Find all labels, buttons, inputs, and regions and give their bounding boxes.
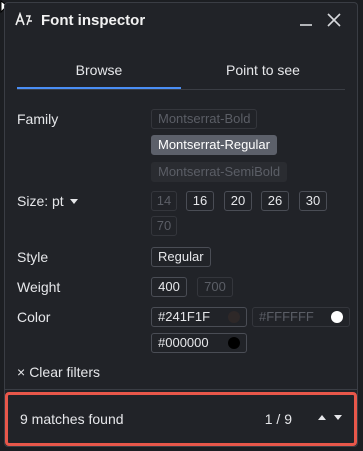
size-chip-16[interactable]: 16 (186, 191, 214, 211)
size-unit-dropdown[interactable]: Size: pt (17, 193, 78, 209)
minimize-icon[interactable] (297, 11, 315, 29)
font-inspector-panel: Font inspector Browse Point to see Famil… (4, 2, 358, 447)
match-pager: 1 / 9 (264, 411, 292, 427)
weight-chip-400[interactable]: 400 (151, 277, 187, 297)
weight-label: Weight (17, 279, 61, 295)
color-chip-000000[interactable]: #000000 (151, 333, 247, 353)
window-title: Font inspector (41, 11, 146, 29)
style-chip-regular[interactable]: Regular (151, 247, 211, 267)
color-swatch-icon (228, 337, 240, 349)
size-chip-14[interactable]: 14 (151, 191, 177, 211)
color-swatch-icon (228, 311, 240, 323)
color-hex-label: #000000 (158, 335, 209, 350)
size-chip-30[interactable]: 30 (299, 191, 327, 211)
clear-filters-label: Clear filters (29, 364, 100, 380)
family-label: Family (17, 111, 59, 127)
next-match-icon[interactable] (334, 415, 342, 420)
footer-divider (5, 389, 357, 390)
style-label: Style (17, 249, 49, 265)
close-icon[interactable] (325, 11, 343, 29)
tab-point-to-see[interactable]: Point to see (181, 55, 345, 89)
family-chip-montserrat-bold[interactable]: Montserrat-Bold (151, 109, 258, 129)
clear-filters-button[interactable]: × Clear filters (17, 364, 100, 380)
family-chip-montserrat-regular[interactable]: Montserrat-Regular (151, 135, 277, 155)
color-swatch-icon (331, 311, 343, 323)
previous-match-icon[interactable] (318, 415, 326, 420)
color-hex-label: #241F1F (158, 309, 211, 324)
tab-bar: Browse Point to see (17, 55, 345, 89)
tab-divider (17, 89, 345, 90)
weight-chip-700[interactable]: 700 (197, 277, 233, 297)
color-label: Color (17, 309, 51, 325)
color-hex-label: #FFFFFF (259, 309, 314, 324)
size-chip-26[interactable]: 26 (261, 191, 289, 211)
chevron-down-icon (69, 198, 78, 204)
color-chip-241f1f[interactable]: #241F1F (151, 307, 247, 327)
results-footer: 9 matches found 1 / 9 (5, 392, 357, 446)
size-label: Size: pt (17, 193, 64, 209)
close-icon: × (17, 364, 26, 380)
size-chip-20[interactable]: 20 (224, 191, 252, 211)
family-chip-montserrat-semibold[interactable]: Montserrat-SemiBold (151, 162, 288, 182)
font-glyph-icon (15, 11, 35, 29)
title-bar: Font inspector (5, 3, 357, 37)
tab-browse[interactable]: Browse (17, 55, 181, 89)
size-chip-70[interactable]: 70 (151, 216, 177, 236)
color-chip-ffffff[interactable]: #FFFFFF (252, 307, 350, 327)
matches-count: 9 matches found (20, 411, 124, 427)
